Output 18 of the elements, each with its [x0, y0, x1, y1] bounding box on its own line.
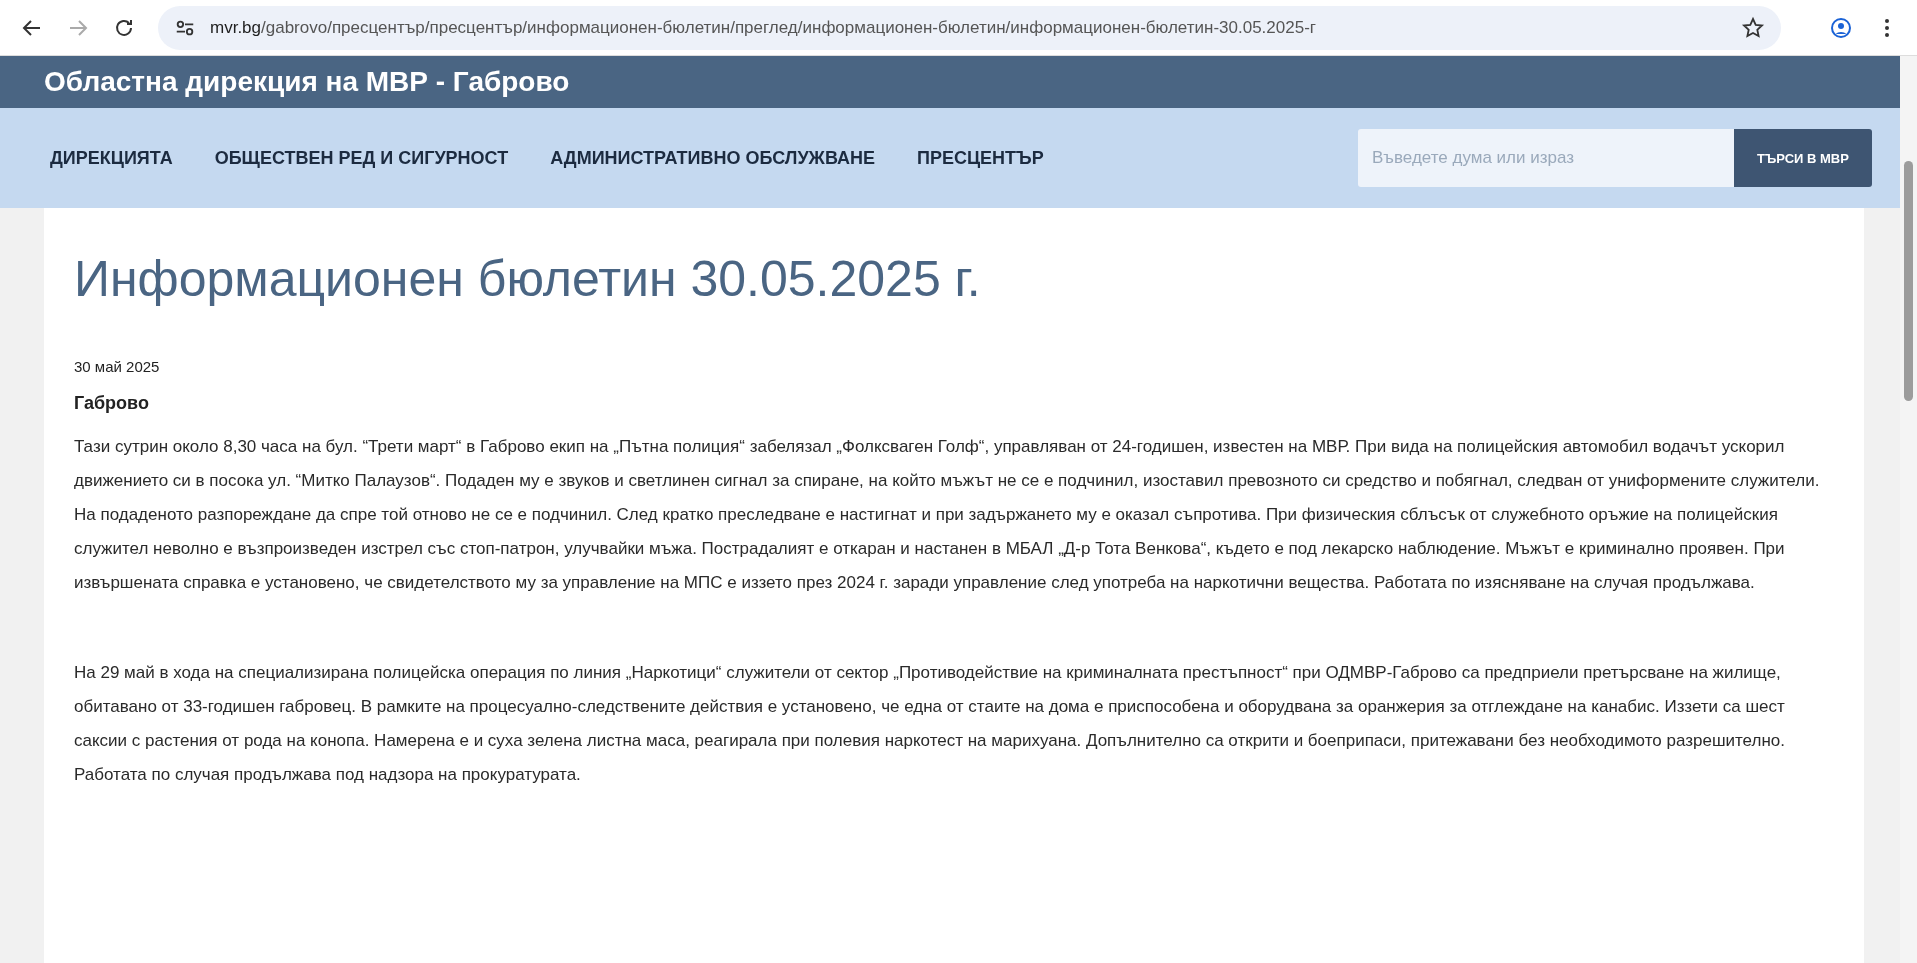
- address-bar[interactable]: mvr.bg/gabrovo/пресцентър/пресцентър/информационен-бюлетин/преглед/информационен-бюлетин/информационен-бюлетин-30.05.2025-г: [158, 5, 1781, 50]
- scrollbar-thumb[interactable]: [1904, 161, 1913, 401]
- nav-link[interactable]: ОБЩЕСТВЕН РЕД И СИГУРНОСТ: [214, 147, 509, 169]
- article-title: Информационен бюлетин 30.05.2025 г.: [74, 250, 982, 308]
- article-paragraph: Тази сутрин около 8,30 часа на бул. “Трети март“ в Габрово екип на „Пътна полиция“ забелязал „Фолксваген Голф“, управляван от 24-годишен, известен на МВР. При вида на полицейския автомобил водачът ускорил движението си в посока ул. “Митко Палаузов“. Подаден му е звуков и светлинен сигнал за спиране, на който мъжът не се е подчинил, изоставил превозното си средство и побягнал, следван от униформените служители. На подаденото разпореждане да спре той отново не се е подчинил. След кратко преследване е настигнат и при задържането му е оказал съпротива. При физическия сблъсък от служебното оръжие на полицейския служител неволно е възпроизведен изстрел със стоп-патрон, улучвайки мъжа. Пострадалият е откаран и настанен в МБАЛ „Д-р Тота Венкова“, където е под лекарско наблюдение. Мъжът е криминално проявен. При извършената справка е установено, че свидетелството му за управление на МПС е иззето през 2024 г. заради управление след употреба на наркотични вещества. Работата по изясняване на случая продължава.: [74, 436, 1821, 594]
- nav-link[interactable]: ПРЕСЦЕНТЪР: [917, 147, 1044, 169]
- bookmark-star-icon[interactable]: [1741, 15, 1765, 40]
- site-title[interactable]: Областна дирекция на МВР - Габрово: [44, 66, 570, 98]
- search-button[interactable]: ТЪРСИ В МВР: [1734, 129, 1872, 187]
- nav-link[interactable]: АДМИНИСТРАТИВНО ОБСЛУЖВАНЕ: [550, 147, 875, 169]
- profile-icon[interactable]: [1829, 15, 1853, 40]
- article-date: 30 май 2025: [74, 358, 161, 375]
- article-location: Габрово: [74, 393, 150, 414]
- search-field[interactable]: Въведете дума или израз: [1358, 129, 1734, 187]
- article-paragraph: На 29 май в хода на специализирана полицейска операция по линия „Наркотици“ служители от сектор „Противодействие на криминалната престъпност“ при ОДМВР-Габрово са предприели претърсване на жилище, обитавано от 33-годишен габровец. В рамките на процесуално-следствените действия е установено, че една от стаите на дома е приспособена и оборудвана за оранжерия за отглеждане на канабис. Иззети са шест саксии с растения от рода на конопа. Намерена е и суха зелена листна маса, реагирала при полевия наркотест на марихуана. Допълнително са открити и боеприпаси, притежавани без необходимото разрешително. Работата по случая продължава под надзора на прокуратурата.: [74, 662, 1786, 786]
- scrollbar[interactable]: [1900, 56, 1917, 963]
- nav-link[interactable]: ДИРЕКЦИЯТА: [50, 147, 173, 169]
- url-text: mvr.bg/gabrovo/пресцентър/пресцентър/информационен-бюлетин/преглед/информационен-бюлетин/информационен-бюлетин-30.05.2025-г: [210, 17, 1318, 38]
